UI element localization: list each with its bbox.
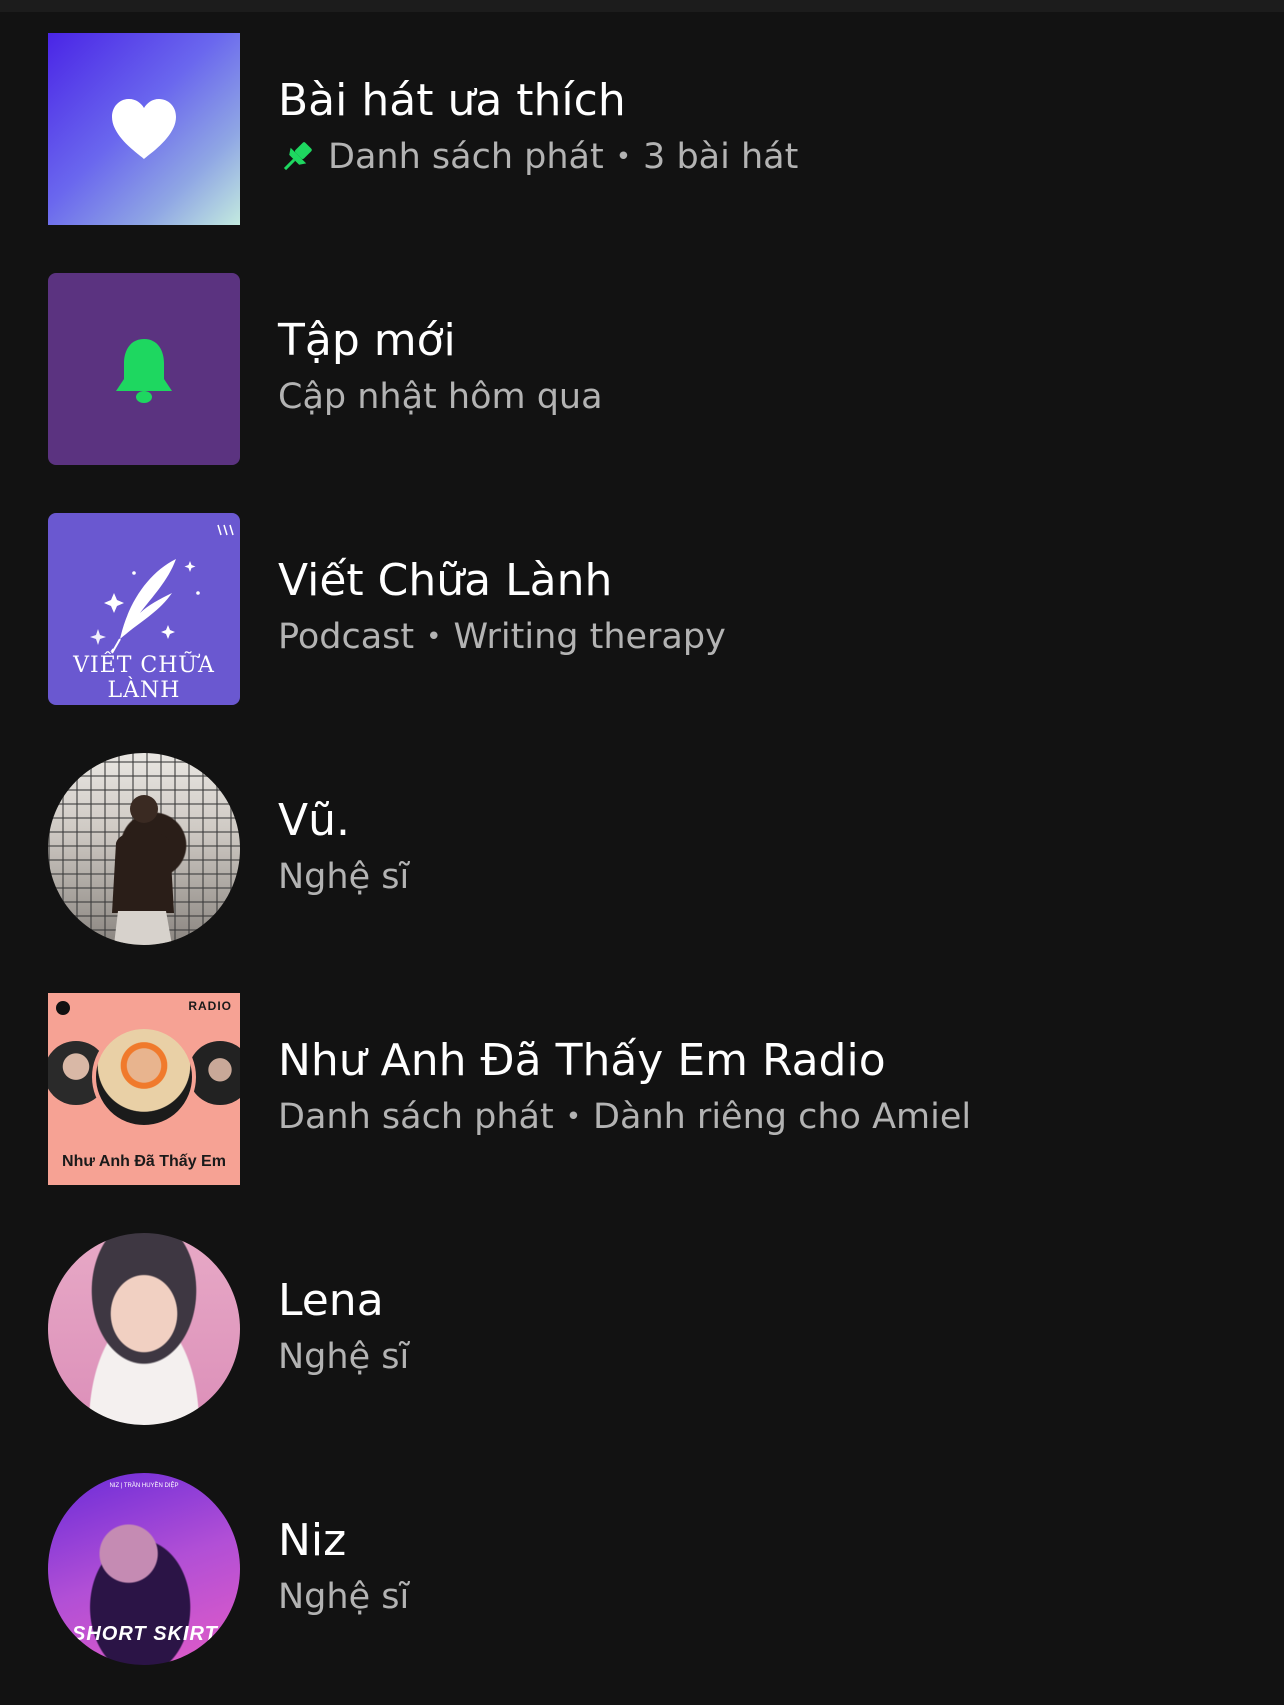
item-title: Vũ. [278,795,350,846]
item-detail: Dành riêng cho Amiel [593,1097,972,1137]
library-item-radio[interactable]: RADIO Như Anh Đã Thấy Em Như Anh Đã Thấy… [48,993,1248,1185]
item-detail: Writing therapy [453,617,726,657]
item-subtitle: Nghệ sĩ [278,1333,1238,1381]
item-detail: Nghệ sĩ [278,1337,410,1377]
item-detail: 3 bài hát [643,137,799,177]
item-title: Viết Chữa Lành [278,555,613,606]
separator-dot: • [615,142,632,172]
item-title: Như Anh Đã Thấy Em Radio [278,1035,886,1086]
item-detail: Cập nhật hôm qua [278,377,603,417]
podcast-cover: VIẾT CHỮA LÀNH [48,513,240,705]
cover-top-text: NIZ | TRẦN HUYỀN DIỆP [109,1483,179,1489]
new-episodes-cover [48,273,240,465]
item-subtitle: Podcast • Writing therapy [278,613,1238,661]
separator-dot: • [565,1102,582,1132]
item-title: Niz [278,1515,347,1566]
top-bar [0,0,1284,12]
item-subtitle: Cập nhật hôm qua [278,373,1238,421]
podcast-cover-title: VIẾT CHỮA LÀNH [73,653,215,703]
cover-title-text: SHORT SKIRT [72,1623,218,1645]
radio-cover: RADIO Như Anh Đã Thấy Em [48,993,240,1185]
radio-cover-title: Như Anh Đã Thấy Em [62,1153,226,1170]
item-title: Lena [278,1275,384,1326]
radio-face-center [92,1025,196,1129]
artist-avatar [48,1233,240,1425]
item-type: Danh sách phát [328,137,604,177]
library-item-artist-lena[interactable]: Lena Nghệ sĩ [48,1233,1248,1425]
artist-figure [112,795,174,945]
library-item-new-episodes[interactable]: Tập mới Cập nhật hôm qua [48,273,1248,465]
separator-dot: • [426,622,442,652]
pin-icon [278,138,316,176]
item-type: Podcast [278,617,415,657]
item-detail: Nghệ sĩ [278,1577,410,1617]
library-item-podcast[interactable]: VIẾT CHỮA LÀNH Viết Chữa Lành Podcast • … [48,513,1248,705]
library-item-liked-songs[interactable]: Bài hát ưa thích Danh sách phát • 3 bài … [48,33,1248,225]
artist-avatar [48,753,240,945]
item-detail: Nghệ sĩ [278,857,410,897]
library-item-artist-vu[interactable]: Vũ. Nghệ sĩ [48,753,1248,945]
radio-label: RADIO [188,999,232,1013]
item-subtitle: Nghệ sĩ [278,853,1238,901]
library-item-artist-niz[interactable]: NIZ | TRẦN HUYỀN DIỆP SHORT SKIRT Niz Ng… [48,1473,1248,1665]
item-title: Bài hát ưa thích [278,75,626,126]
spotify-logo-icon [56,1001,70,1015]
heart-icon [112,99,176,159]
item-subtitle: Danh sách phát • Dành riêng cho Amiel [278,1093,1238,1141]
item-subtitle: Danh sách phát • 3 bài hát [278,133,1238,181]
bell-icon [116,339,172,403]
artist-avatar: NIZ | TRẦN HUYỀN DIỆP SHORT SKIRT [48,1473,240,1665]
item-title: Tập mới [278,315,456,366]
item-type: Danh sách phát [278,1097,554,1137]
liked-songs-cover [48,33,240,225]
item-subtitle: Nghệ sĩ [278,1573,1238,1621]
